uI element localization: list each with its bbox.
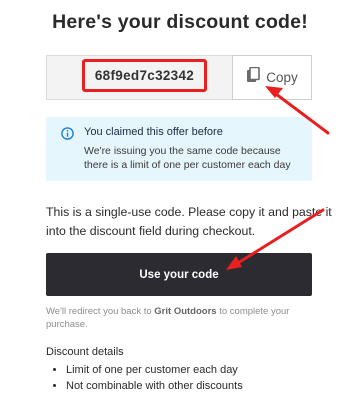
arrow-to-copy-icon <box>265 86 330 135</box>
arrow-to-use-button-icon <box>226 208 325 270</box>
annotation-arrows <box>226 86 330 270</box>
